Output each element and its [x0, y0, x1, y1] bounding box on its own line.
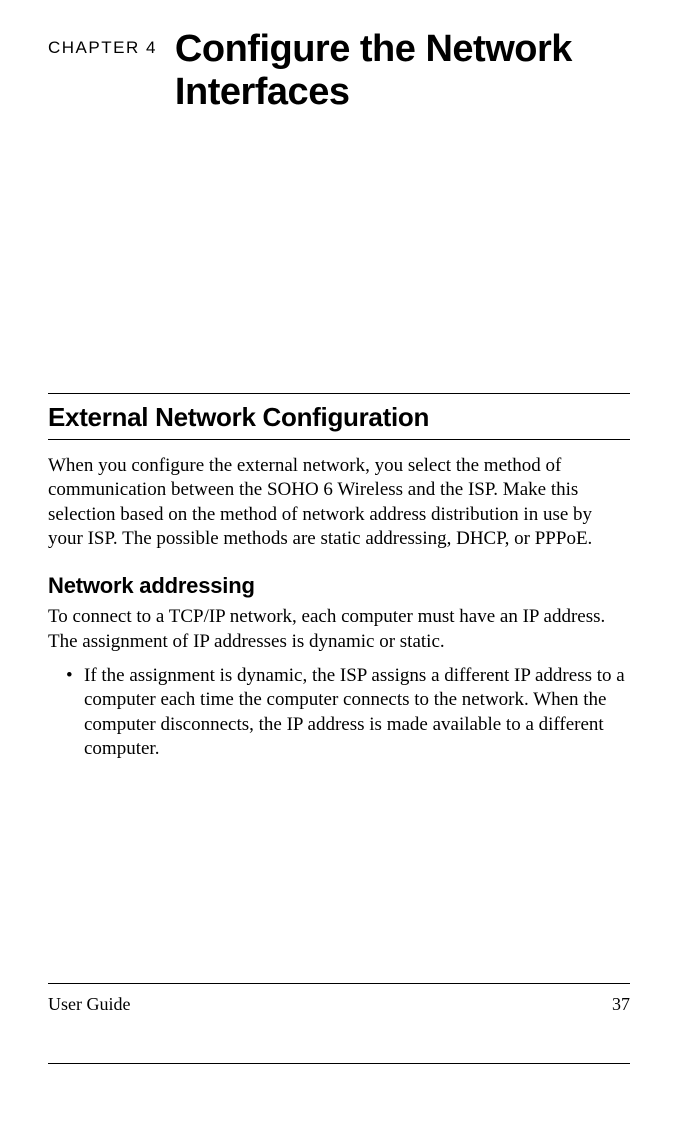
- footer-page-number: 37: [612, 994, 630, 1015]
- page-container: CHAPTER 4 Configure the Network Interfac…: [0, 0, 678, 1126]
- footer-left: User Guide: [48, 994, 130, 1015]
- section-rule-top: [48, 393, 630, 394]
- footer-rule-bottom: [48, 1063, 630, 1064]
- bullet-list: If the assignment is dynamic, the ISP as…: [48, 664, 630, 761]
- footer-row: User Guide 37: [48, 994, 630, 1015]
- subsection-heading: Network addressing: [48, 573, 630, 599]
- subsection-intro: To connect to a TCP/IP network, each com…: [48, 605, 630, 654]
- footer-rule-top: [48, 983, 630, 984]
- section-heading: External Network Configuration: [48, 402, 630, 433]
- chapter-label: CHAPTER 4: [48, 28, 157, 58]
- section-rule-bottom: [48, 439, 630, 440]
- chapter-title: Configure the Network Interfaces: [175, 28, 630, 113]
- section-body: When you configure the external network,…: [48, 454, 630, 551]
- bullet-item: If the assignment is dynamic, the ISP as…: [84, 664, 630, 761]
- page-footer: User Guide 37: [48, 983, 630, 1064]
- chapter-header: CHAPTER 4 Configure the Network Interfac…: [48, 28, 630, 113]
